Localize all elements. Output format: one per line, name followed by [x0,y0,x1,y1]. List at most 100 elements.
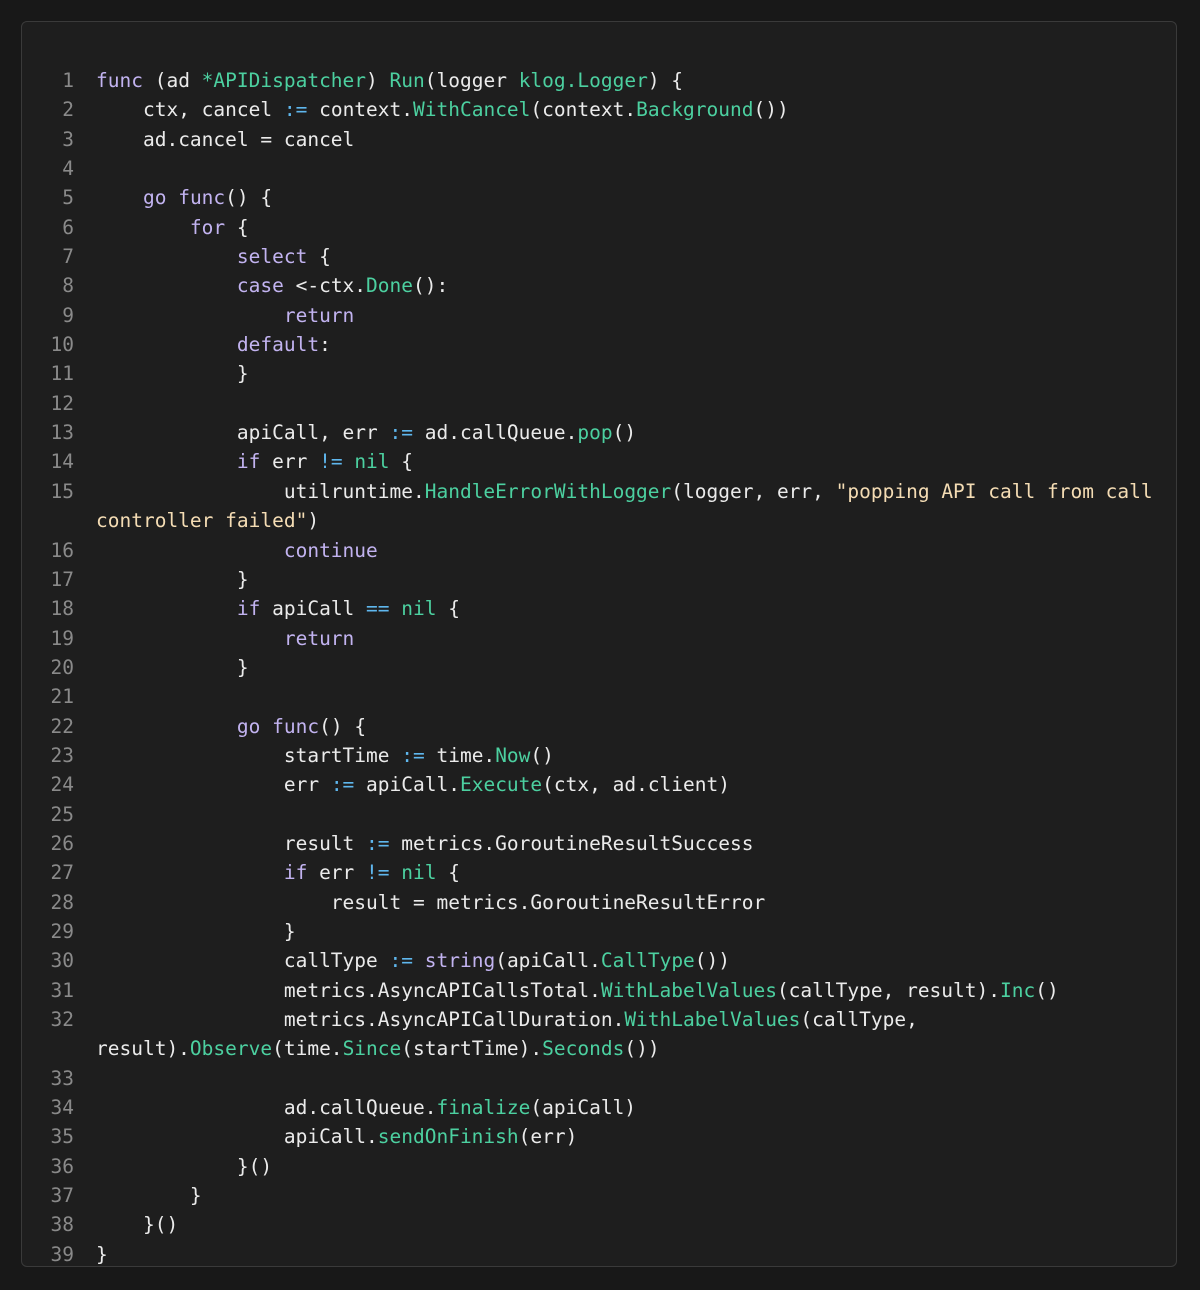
code-token: WithLabelValues [624,1008,801,1031]
code-token: Background [636,98,754,122]
code-token: Done [366,274,414,298]
line-number: 20 [50,655,74,679]
code-token: WithLabelValues [600,978,777,1002]
line-text: metrics.AsyncAPICallsTotal.WithLabelValu… [96,976,1160,1005]
code-token: result [96,831,367,855]
line-number: 31 [50,978,74,1002]
line-number: 26 [50,831,74,855]
code-token: Observe [189,1037,273,1061]
code-area[interactable]: 1 func (ad *APIDispatcher) Run(logger klo… [22,66,1176,1269]
line-text: apiCall, err := ad.callQueue.pop() [96,418,1160,447]
code-token: ctx, cancel [96,98,284,122]
line-text: func (ad *APIDispatcher) Run(logger klog… [96,66,1160,95]
code-line: 3 ad.cancel = cancel [22,125,1176,154]
code-token: func [272,714,320,738]
line-number: 35 [50,1125,74,1149]
code-token: }() [96,1154,273,1178]
code-token: { [436,861,460,885]
code-token: utilruntime. [96,479,425,503]
code-token: := [401,743,425,767]
code-line: 19 return [22,624,1176,653]
line-number: 18 [50,597,74,621]
code-token: metrics.GoroutineResultSuccess [389,831,754,855]
code-line: 38 }() [22,1210,1176,1239]
line-number: 17 [50,567,74,591]
code-token: apiCall. [96,1125,378,1149]
code-line: 26 result := metrics.GoroutineResultSucc… [22,829,1176,858]
line-text: for { [96,213,1160,242]
line-text [96,682,1160,711]
code-token: } [96,362,249,386]
code-line: 13 apiCall, err := ad.callQueue.pop() [22,418,1176,447]
code-token: ()) [624,1037,660,1061]
line-text: return [96,301,1160,330]
line-text: apiCall.sendOnFinish(err) [96,1122,1160,1151]
code-token: err [96,773,331,797]
line-number: 15 [50,479,74,503]
code-token: *APIDispatcher [201,69,367,92]
code-token: } [96,567,249,591]
line-text [96,154,1160,183]
code-token: func [178,186,226,210]
code-token: ()) [694,949,731,973]
code-token: apiCall [260,597,367,621]
code-token: Inc [1000,978,1036,1002]
code-line: 5 go func() { [22,183,1176,212]
code-token: return [283,303,355,327]
code-token: } [96,1184,202,1208]
code-token: nil [401,861,437,885]
code-token: callType [96,949,390,973]
line-number: 27 [50,861,74,885]
code-token: (startTime). [401,1037,543,1061]
code-token: metrics.AsyncAPICallsTotal. [96,978,601,1002]
code-token: ad.callQueue. [96,1096,437,1120]
code-line: 12 [22,389,1176,418]
line-number: 37 [50,1184,74,1208]
code-line: 10 default: [22,330,1176,359]
line-text: case <-ctx.Done(): [96,271,1160,300]
code-token: { [436,597,460,621]
code-token: finalize [436,1096,531,1120]
line-text: callType := string(apiCall.CallType()) [96,946,1160,975]
code-token: ) [307,509,320,533]
code-token: pop [577,421,613,445]
code-token: nil [354,450,390,474]
code-token: select [236,245,308,269]
code-token: Seconds [542,1037,625,1061]
code-token: () [530,743,554,767]
line-text: result = metrics.GoroutineResultError [96,888,1160,917]
code-token: if [236,597,261,621]
line-text: default: [96,330,1160,359]
code-line: 36 }() [22,1152,1176,1181]
line-number: 30 [50,949,74,973]
code-token: apiCall. [354,773,460,797]
code-line: 37 } [22,1181,1176,1210]
line-text: if err != nil { [96,447,1160,476]
line-text: ad.cancel = cancel [96,125,1160,154]
code-token: () { [319,714,367,738]
line-text: }() [96,1152,1160,1181]
code-token: } [96,919,296,943]
code-token: (logger, err, [671,479,836,503]
line-text: err := apiCall.Execute(ctx, ad.client) [96,770,1160,799]
line-number: 3 [62,127,74,151]
code-token: != [366,861,390,885]
line-number: 21 [50,685,74,709]
line-number: 5 [62,186,74,210]
line-number: 13 [50,421,74,445]
line-text: ad.callQueue.finalize(apiCall) [96,1093,1160,1122]
code-token: : [319,333,331,357]
code-line: 14 if err != nil { [22,447,1176,476]
line-text: } [96,917,1160,946]
code-token: context. [307,98,414,122]
line-text: } [96,653,1160,682]
line-number: 6 [62,215,74,239]
line-number: 2 [62,98,74,122]
code-token: nil [401,597,437,621]
code-line: 1 func (ad *APIDispatcher) Run(logger klo… [22,66,1176,95]
